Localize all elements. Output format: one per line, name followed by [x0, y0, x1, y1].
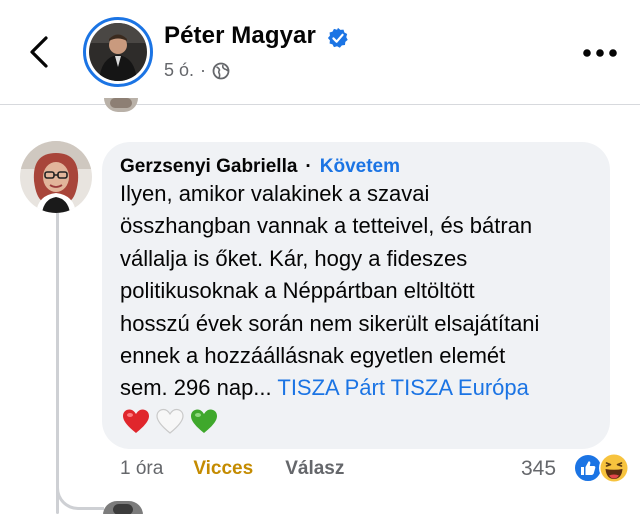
red-heart-icon	[123, 409, 149, 433]
previous-comment-avatar	[104, 98, 138, 112]
meta-separator: ·	[200, 60, 207, 80]
white-heart-icon	[156, 408, 184, 434]
post-time[interactable]: 5 ó.	[164, 60, 194, 81]
back-arrow-icon[interactable]	[22, 34, 58, 70]
comment-text: Ilyen, amikor valakinek a szavai összhan…	[120, 178, 602, 405]
comment-tags-link[interactable]: TISZA Párt TISZA Európa	[277, 375, 528, 400]
comment-bubble: Gerzsenyi Gabriella · Követem Ilyen, ami…	[102, 142, 610, 449]
page-name[interactable]: Péter Magyar	[164, 22, 316, 50]
commenter-avatar-photo	[20, 141, 92, 213]
next-comment-avatar	[103, 501, 143, 514]
reaction-count[interactable]: 345	[521, 457, 556, 481]
comment-emoji-row	[122, 408, 218, 438]
reply-button[interactable]: Válasz	[285, 458, 344, 480]
haha-icon	[599, 453, 629, 483]
like-icon	[573, 453, 603, 483]
commenter-avatar[interactable]	[20, 141, 92, 213]
haha-reaction-button[interactable]: Vicces	[193, 458, 253, 480]
verified-badge-icon	[327, 27, 348, 48]
comment-author[interactable]: Gerzsenyi Gabriella	[120, 156, 297, 178]
comment-author-line: Gerzsenyi Gabriella · Követem	[120, 156, 400, 178]
green-heart-icon	[191, 409, 217, 433]
comment-time[interactable]: 1 óra	[120, 458, 163, 480]
author-separator: ·	[305, 156, 312, 177]
comment-actions: 1 óra Vicces Válasz	[120, 458, 344, 480]
facebook-comment-screen: Péter Magyar 5 ó. · Gerzsenyi Gabriella …	[0, 0, 640, 514]
page-avatar-photo	[89, 23, 147, 81]
comment-body: Ilyen, amikor valakinek a szavai összhan…	[120, 181, 540, 401]
post-meta: 5 ó. ·	[164, 60, 230, 81]
follow-status[interactable]: Követem	[320, 156, 400, 178]
thread-line	[56, 210, 59, 514]
page-avatar[interactable]	[83, 17, 153, 87]
post-header: Péter Magyar 5 ó. ·	[0, 0, 640, 104]
reaction-summary-icons[interactable]	[572, 451, 632, 485]
header-divider	[0, 104, 640, 105]
thread-reply-connector	[56, 470, 104, 510]
public-globe-icon	[212, 62, 230, 79]
more-horizontal-icon[interactable]	[582, 46, 618, 60]
